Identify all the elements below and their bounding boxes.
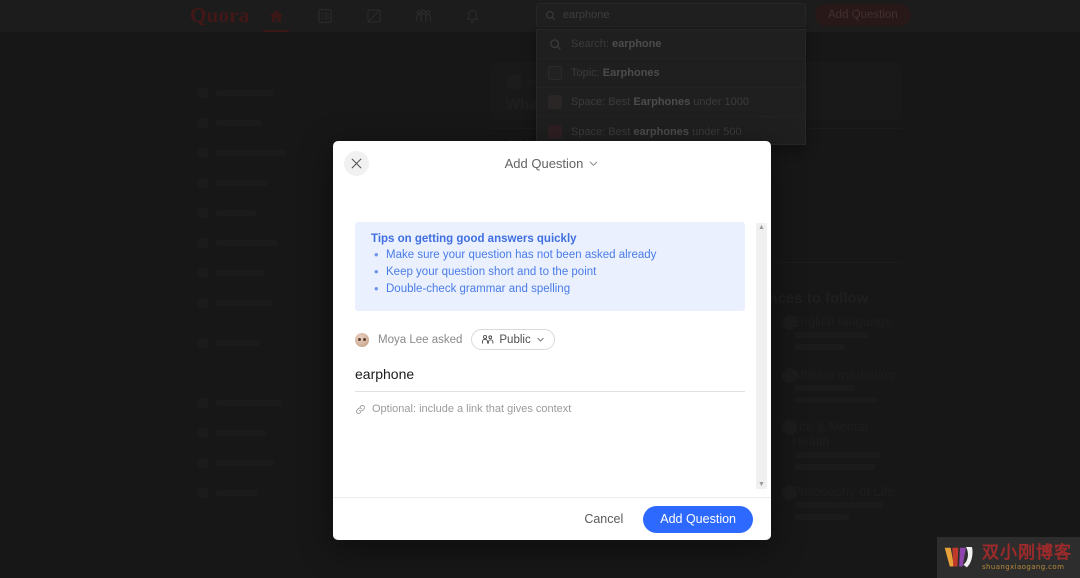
submit-add-question-button[interactable]: Add Question <box>643 505 753 533</box>
byline-author: Moya Lee asked <box>378 333 463 346</box>
chevron-down-icon <box>590 161 598 167</box>
modal-title: Add Question <box>504 156 584 171</box>
chevron-down-icon <box>537 337 544 342</box>
modal-footer: Cancel Add Question <box>333 497 771 540</box>
cancel-button[interactable]: Cancel <box>578 506 629 532</box>
tips-item: Double-check grammar and spelling <box>371 280 729 298</box>
group-icon <box>482 334 494 344</box>
context-link-label: Optional: include a link that gives cont… <box>372 403 572 415</box>
add-question-modal: Add Question Tips on getting good answer… <box>333 141 771 540</box>
audience-label: Public <box>499 333 531 346</box>
close-button[interactable] <box>344 151 369 176</box>
question-input[interactable] <box>355 366 745 391</box>
watermark-logo-icon <box>944 546 973 567</box>
modal-body: Tips on getting good answers quickly Mak… <box>333 186 771 497</box>
question-input-wrapper <box>355 366 745 392</box>
close-icon <box>351 158 362 169</box>
tips-list: Make sure your question has not been ask… <box>371 246 729 298</box>
tips-item: Make sure your question has not been ask… <box>371 246 729 264</box>
watermark-url: shuangxiaogang.com <box>982 562 1065 571</box>
tips-item: Keep your question short and to the poin… <box>371 263 729 281</box>
scroll-up-arrow[interactable]: ▲ <box>758 223 765 232</box>
link-icon <box>356 404 365 414</box>
watermark: 双小刚博客 shuangxiaogang.com <box>937 537 1080 578</box>
context-link-row[interactable]: Optional: include a link that gives cont… <box>355 403 749 415</box>
modal-scrollbar[interactable]: ▲ ▼ <box>756 223 767 489</box>
modal-title-dropdown[interactable]: Add Question <box>505 156 600 171</box>
watermark-text: 双小刚博客 shuangxiaogang.com <box>982 542 1072 572</box>
tips-heading: Tips on getting good answers quickly <box>371 233 577 245</box>
audience-selector[interactable]: Public <box>471 329 555 350</box>
scroll-down-arrow[interactable]: ▼ <box>758 480 765 489</box>
watermark-title: 双小刚博客 <box>982 542 1072 563</box>
byline-row: Moya Lee asked Public <box>355 329 749 350</box>
avatar <box>355 332 369 347</box>
tips-panel: Tips on getting good answers quickly Mak… <box>355 222 745 311</box>
modal-header: Add Question <box>333 141 771 186</box>
question-input-underline <box>355 391 745 392</box>
